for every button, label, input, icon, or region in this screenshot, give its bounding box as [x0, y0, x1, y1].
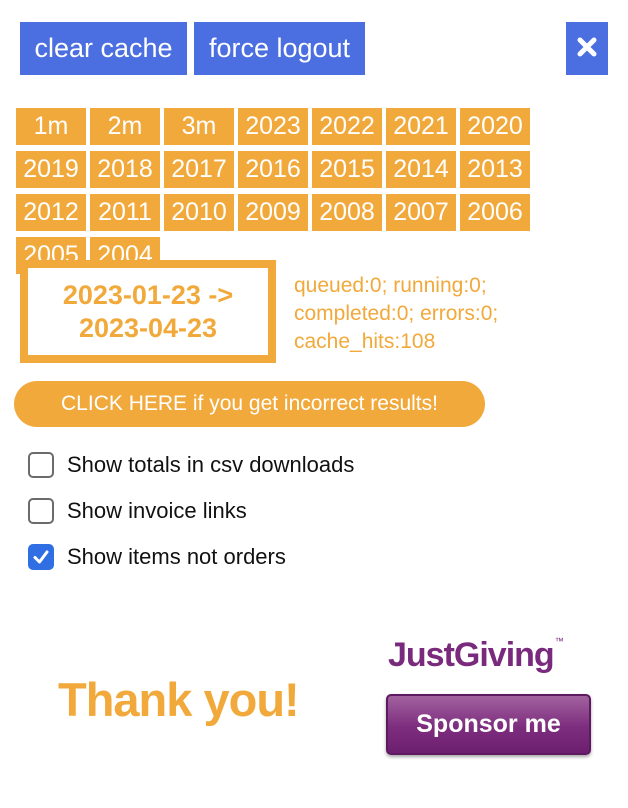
- period-2016[interactable]: 2016: [238, 151, 308, 188]
- period-3m[interactable]: 3m: [164, 108, 234, 145]
- period-2012[interactable]: 2012: [16, 194, 86, 231]
- sponsor-me-button[interactable]: Sponsor me: [386, 694, 591, 755]
- justgiving-logo[interactable]: JustGiving™: [388, 636, 564, 675]
- option-show-items[interactable]: Show items not orders: [28, 543, 286, 571]
- justgiving-logo-text: JustGiving: [388, 636, 555, 674]
- option-show-totals[interactable]: Show totals in csv downloads: [28, 451, 354, 479]
- period-2011[interactable]: 2011: [90, 194, 160, 231]
- date-range-display: 2023-01-23 -> 2023-04-23: [20, 260, 276, 363]
- checkmark-icon: [33, 550, 49, 564]
- period-2013[interactable]: 2013: [460, 151, 530, 188]
- job-status: queued:0; running:0; completed:0; errors…: [294, 272, 614, 356]
- checkbox-checked[interactable]: [28, 544, 54, 570]
- thank-you-text: Thank you!: [58, 673, 300, 726]
- period-2015[interactable]: 2015: [312, 151, 382, 188]
- force-logout-button[interactable]: force logout: [194, 22, 365, 75]
- status-cache-hits: cache_hits:108: [294, 330, 436, 353]
- option-show-invoice-links[interactable]: Show invoice links: [28, 497, 247, 525]
- checkbox[interactable]: [28, 452, 54, 478]
- status-completed-errors: completed:0; errors:0;: [294, 302, 499, 325]
- date-range-start: 2023-01-23 ->: [62, 279, 234, 310]
- checkbox[interactable]: [28, 498, 54, 524]
- option-label: Show items not orders: [67, 544, 286, 569]
- period-selector: 1m 2m 3m 2023 2022 2021 2020 2019 2018 2017 2016 20…: [16, 108, 606, 280]
- period-2019[interactable]: 2019: [16, 151, 86, 188]
- option-label: Show invoice links: [67, 498, 247, 523]
- period-2018[interactable]: 2018: [90, 151, 160, 188]
- trademark-symbol: ™: [554, 636, 564, 646]
- period-2009[interactable]: 2009: [238, 194, 308, 231]
- period-2023[interactable]: 2023: [238, 108, 308, 145]
- option-label: Show totals in csv downloads: [67, 452, 355, 477]
- clear-cache-button[interactable]: clear cache: [20, 22, 187, 75]
- period-2020[interactable]: 2020: [460, 108, 530, 145]
- period-2007[interactable]: 2007: [386, 194, 456, 231]
- period-2006[interactable]: 2006: [460, 194, 530, 231]
- period-2017[interactable]: 2017: [164, 151, 234, 188]
- period-2021[interactable]: 2021: [386, 108, 456, 145]
- period-2022[interactable]: 2022: [312, 108, 382, 145]
- date-range-end: 2023-04-23: [78, 312, 218, 343]
- period-2008[interactable]: 2008: [312, 194, 382, 231]
- status-queued-running: queued:0; running:0;: [294, 274, 487, 297]
- period-2010[interactable]: 2010: [164, 194, 234, 231]
- period-2014[interactable]: 2014: [386, 151, 456, 188]
- incorrect-results-button[interactable]: CLICK HERE if you get incorrect results!: [14, 381, 485, 427]
- close-button[interactable]: [566, 22, 608, 75]
- period-1m[interactable]: 1m: [16, 108, 86, 145]
- close-icon: [577, 37, 597, 57]
- period-2m[interactable]: 2m: [90, 108, 160, 145]
